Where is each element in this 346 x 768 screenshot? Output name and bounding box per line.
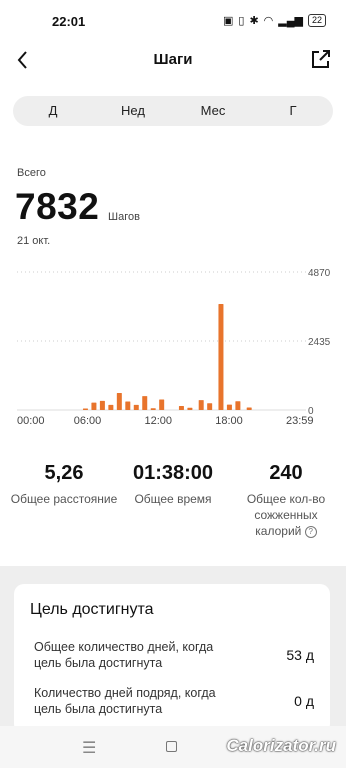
status-icons: ▣ ▯ ✱ ◠ ▂▄▆ 22 bbox=[223, 14, 326, 27]
chart-bar bbox=[150, 408, 156, 410]
chart-bar bbox=[207, 403, 213, 410]
calories-value: 240 bbox=[269, 462, 303, 484]
goal-row-value: 0 д bbox=[294, 693, 314, 709]
tab-year[interactable]: Г bbox=[253, 96, 333, 126]
x-tick-label: 06:00 bbox=[74, 415, 102, 427]
menu-icon[interactable]: ☰ bbox=[82, 738, 96, 758]
total-label: Всего bbox=[17, 167, 46, 179]
chart-bar bbox=[82, 408, 88, 410]
nfc-icon: ▣ bbox=[222, 15, 234, 27]
goal-row-label: Количество дней подряд, когда цель была … bbox=[34, 685, 244, 717]
goal-row-streak-days: Количество дней подряд, когда цель была … bbox=[34, 685, 314, 719]
goal-card: Цель достигнута Общее количество дней, к… bbox=[14, 584, 330, 734]
goal-row-value: 53 д bbox=[286, 647, 314, 663]
chart-bar bbox=[178, 406, 184, 410]
chart-bar bbox=[198, 400, 204, 410]
calories-label: Общее кол-во сожженных калорий ? bbox=[232, 491, 340, 539]
total-steps-value: 7832 bbox=[15, 186, 100, 227]
watermark: Calorizator.ru bbox=[226, 736, 336, 755]
home-icon[interactable] bbox=[166, 741, 177, 752]
vibrate-icon: ▯ bbox=[238, 15, 245, 27]
help-icon[interactable]: ? bbox=[304, 526, 317, 538]
stat-distance: 5,26 Общее расстояние bbox=[8, 462, 120, 507]
status-time: 22:01 bbox=[52, 14, 86, 29]
status-bar: 22:01 ▣ ▯ ✱ ◠ ▂▄▆ 22 bbox=[0, 0, 346, 40]
chart-bar bbox=[159, 399, 165, 410]
x-tick-label: 18:00 bbox=[215, 415, 243, 427]
chart-bar bbox=[91, 402, 97, 410]
goal-row-total-days: Общее количество дней, когда цель была д… bbox=[34, 639, 314, 673]
x-tick-label: 23:59 bbox=[286, 415, 314, 427]
bluetooth-icon: ✱ bbox=[249, 15, 259, 27]
app-header: Шаги bbox=[0, 42, 346, 78]
stat-calories: 240 Общее кол-во сожженных калорий ? bbox=[232, 462, 340, 539]
calories-label-line-2: сожженных bbox=[254, 508, 318, 522]
distance-label: Общее расстояние bbox=[10, 492, 118, 506]
y-tick-label: 4870 bbox=[308, 268, 331, 279]
page-title: Шаги bbox=[153, 51, 193, 68]
chart-bar bbox=[235, 401, 241, 410]
goal-row-label-line-2: цель была достигнута bbox=[34, 656, 163, 670]
x-tick-label: 12:00 bbox=[145, 415, 173, 427]
chart-bar bbox=[246, 407, 252, 410]
time-label: Общее время bbox=[134, 492, 212, 506]
chart-bar bbox=[142, 396, 148, 410]
chart-bar bbox=[108, 404, 114, 410]
goal-row-label-line-1: Количество дней подряд, когда bbox=[34, 686, 216, 700]
chart-bar bbox=[116, 392, 122, 410]
tab-month[interactable]: Мес bbox=[173, 96, 253, 126]
x-tick-label: 00:00 bbox=[17, 415, 45, 427]
battery-icon: 22 bbox=[307, 14, 326, 27]
distance-value: 5,26 bbox=[44, 462, 84, 484]
share-icon[interactable] bbox=[310, 48, 332, 70]
chart-bar bbox=[218, 304, 224, 410]
steps-bar-chart: 48702435000:00 06:00 12:00 18:00 23:59 bbox=[17, 268, 331, 427]
goal-row-label: Общее количество дней, когда цель была д… bbox=[34, 639, 244, 671]
steps-unit: Шагов bbox=[108, 211, 140, 223]
chart-bar bbox=[226, 404, 232, 410]
time-value: 01:38:00 bbox=[132, 462, 214, 484]
calories-label-line-1: Общее кол-во bbox=[246, 492, 326, 506]
summary-date: 21 окт. bbox=[17, 235, 51, 247]
signal-icon: ▂▄▆ bbox=[278, 15, 303, 27]
chart-bar bbox=[187, 407, 193, 410]
chart-bar bbox=[133, 404, 139, 410]
tab-week[interactable]: Нед bbox=[93, 96, 173, 126]
chart-bar bbox=[125, 401, 131, 410]
stat-time: 01:38:00 Общее время bbox=[118, 462, 228, 507]
goal-row-label-line-2: цель была достигнута bbox=[34, 702, 163, 716]
goal-row-label-line-1: Общее количество дней, когда bbox=[34, 640, 214, 654]
goal-title: Цель достигнута bbox=[30, 601, 154, 618]
period-tabs: Д Нед Мес Г bbox=[13, 96, 333, 126]
chart-bar bbox=[99, 400, 105, 410]
calories-label-line-3: калорий bbox=[255, 524, 302, 538]
y-tick-label: 2435 bbox=[308, 337, 331, 348]
tab-day[interactable]: Д bbox=[13, 96, 93, 126]
wifi-icon: ◠ bbox=[263, 15, 274, 27]
